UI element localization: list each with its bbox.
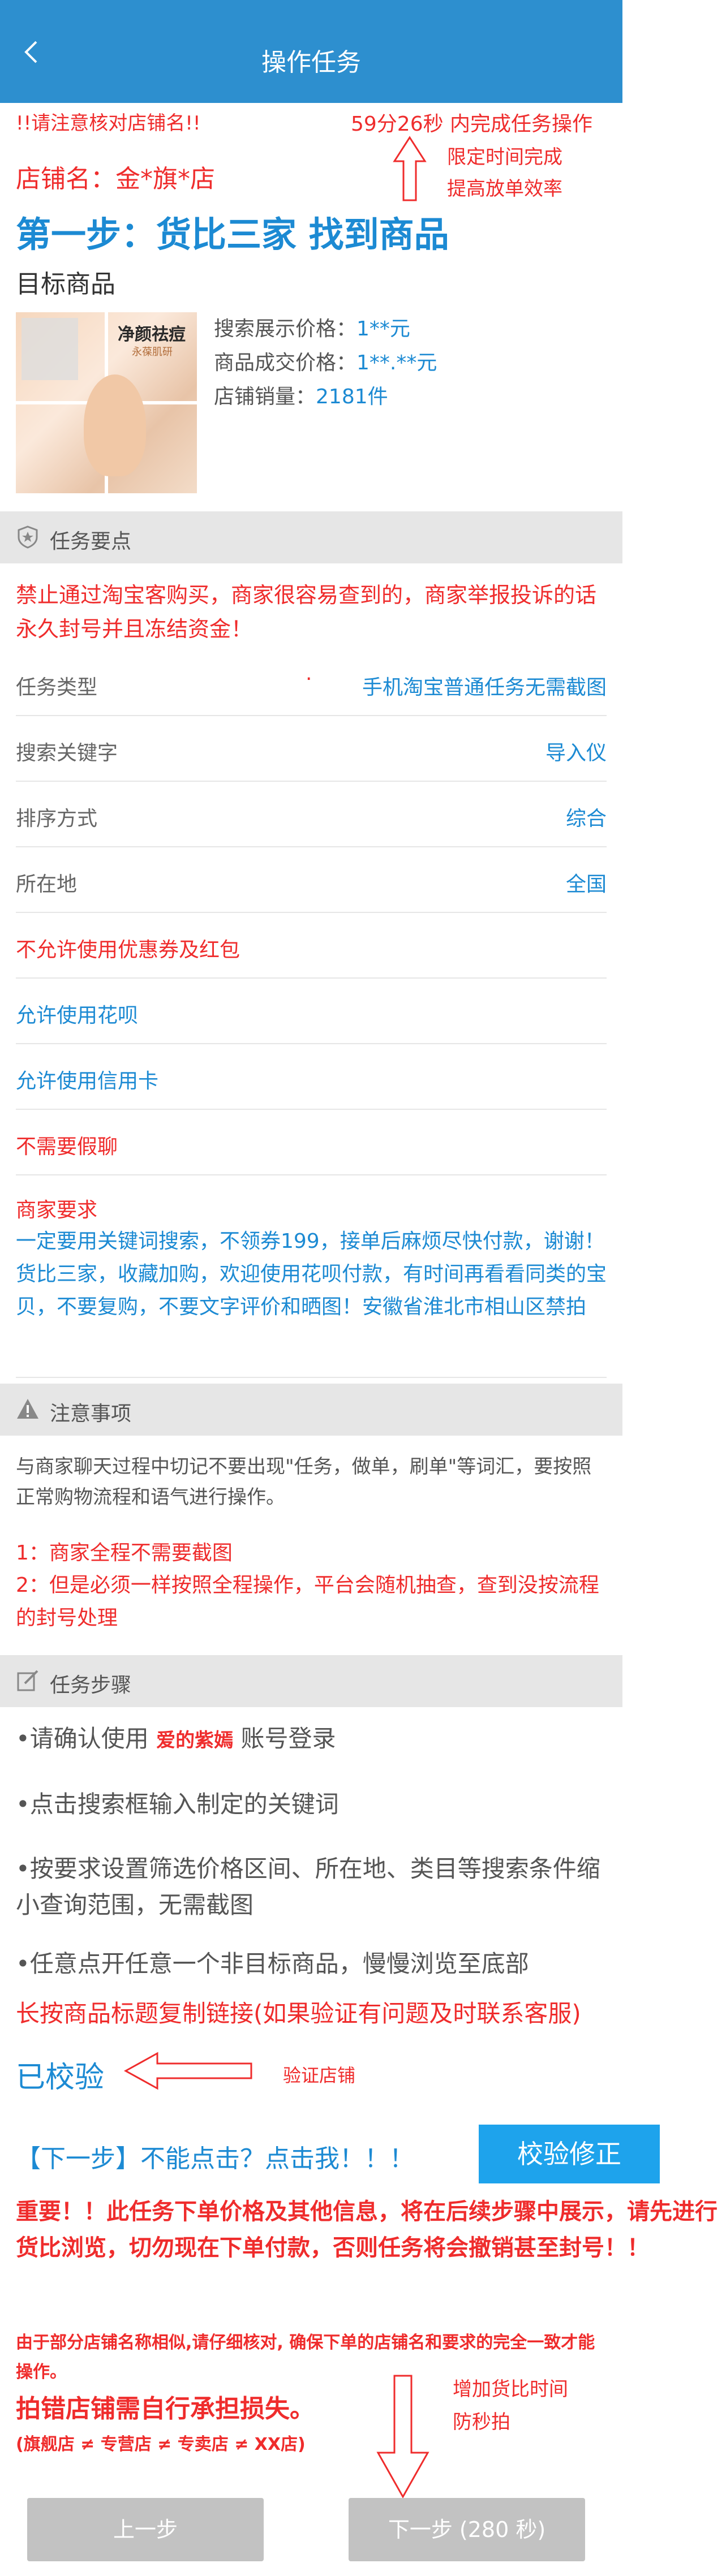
- step-login-pre: •请确认使用: [16, 1725, 149, 1752]
- rule-credit: 允许使用信用卡: [16, 1070, 159, 1093]
- price-deal-row: 商品成交价格：1**.**元: [214, 346, 437, 376]
- task-type-value: 手机淘宝普通任务无需截图: [362, 676, 607, 699]
- page-title: 操作任务: [261, 48, 361, 77]
- rule-no-fake-chat: 不需要假聊: [16, 1135, 118, 1158]
- price-display-row: 搜索展示价格：1**元: [214, 312, 410, 342]
- rule-huabei: 允许使用花呗: [16, 1004, 139, 1027]
- rule-credit-row: 允许使用信用卡: [16, 1044, 607, 1110]
- annotation-efficiency: 提高放单效率: [447, 178, 562, 200]
- store-name: 店铺名：金*旗*店: [16, 165, 215, 193]
- keyword-row: 搜索关键字 导入仪: [16, 716, 607, 782]
- wrong-store-warning: 拍错店铺需自行承担损失。: [16, 2394, 315, 2423]
- price-deal-label: 商品成交价格：: [214, 351, 357, 374]
- steps-title: 任务步骤: [50, 1674, 132, 1697]
- taobaoke-warning: 禁止通过淘宝客购买，商家很容易查到的，商家举报投诉的话永久封号并且冻结资金！: [16, 583, 597, 641]
- location-row: 所在地 全国: [16, 847, 607, 913]
- keyword-value: 导入仪: [545, 742, 607, 765]
- sort-key: 排序方式: [16, 807, 98, 830]
- notes-red-2: 2：但是必须一样按照全程操作，平台会随机抽查，查到没按流程的封号处理: [16, 1574, 599, 1630]
- app-header: 操作任务: [0, 0, 622, 103]
- verified-status[interactable]: 已校验: [16, 2053, 104, 2096]
- store-types-note: (旗舰店 ≠ 专营店 ≠ 专卖店 ≠ XX店): [16, 2435, 306, 2454]
- merchant-requirements-label: 商家要求: [16, 1199, 98, 1222]
- warning-icon: [17, 1399, 38, 1419]
- task-page: 操作任务 !!请注意核对店铺名!! 59分26秒 内完成任务操作 限定时间完成 …: [0, 0, 718, 2576]
- notes-header: 注意事项: [0, 1384, 622, 1436]
- sales-row: 店铺销量：2181件: [214, 380, 388, 410]
- task-type-dot: ·: [306, 667, 312, 691]
- divider: [16, 1377, 607, 1378]
- important-warning: 重要！！此任务下单价格及其他信息，将在后续步骤中展示，请先进行货比浏览，切勿现在…: [16, 2199, 718, 2261]
- annotation-verify-store: 验证店铺: [283, 2065, 356, 2086]
- sales-value: 2181件: [316, 385, 388, 408]
- verify-correct-button[interactable]: 校验修正: [479, 2125, 660, 2183]
- price-display-value: 1**元: [356, 317, 410, 341]
- rule-no-coupon: 不允许使用优惠券及红包: [16, 938, 240, 962]
- shield-star-icon: [18, 525, 38, 549]
- image-subcaption: 永葆肌研: [132, 346, 173, 358]
- image-blur-patch: [22, 318, 78, 380]
- prev-step-button[interactable]: 上一步: [27, 2498, 264, 2561]
- copy-link-hint: 长按商品标题复制链接(如果验证有问题及时联系客服): [16, 2000, 581, 2027]
- product-image[interactable]: 净颜祛痘 永葆肌研: [16, 312, 197, 493]
- rule-no-fake-chat-row: 不需要假聊: [16, 1110, 607, 1175]
- step1-title: 第一步：货比三家 找到商品: [16, 214, 449, 255]
- sort-row: 排序方式 综合: [16, 782, 607, 847]
- annotation-time-limit: 限定时间完成: [447, 146, 562, 169]
- notes-title: 注意事项: [50, 1402, 132, 1425]
- rule-huabei-row: 允许使用花呗: [16, 979, 607, 1044]
- notes-red-1: 1：商家全程不需要截图: [16, 1541, 233, 1565]
- edit-icon: [17, 1670, 38, 1691]
- step-login: •请确认使用 爱的紫嫣 账号登录: [16, 1720, 336, 1754]
- next-step-help-link[interactable]: 【下一步】不能点击？点击我！！！: [16, 2138, 414, 2174]
- step-filter: •按要求设置筛选价格区间、所在地、类目等搜索条件缩小查询范围，无需截图: [16, 1855, 600, 1919]
- steps-header: 任务步骤: [0, 1655, 622, 1707]
- keyword-key: 搜索关键字: [16, 742, 118, 765]
- annotation-compare-time: 增加货比时间: [453, 2378, 568, 2401]
- price-deal-value: 1**.**元: [356, 351, 437, 374]
- sales-label: 店铺销量：: [214, 385, 316, 408]
- notes-text: 与商家聊天过程中切记不要出现"任务，做单，刷单"等词汇，要按照正常购物流程和语气…: [16, 1455, 592, 1509]
- annotation-arrow-up-icon: [393, 136, 427, 201]
- task-type-key: 任务类型: [16, 676, 98, 699]
- check-store-notice: !!请注意核对店铺名!!: [16, 112, 201, 135]
- countdown-timer: 59分26秒 内完成任务操作: [351, 113, 593, 136]
- location-value: 全国: [565, 873, 607, 896]
- rule-no-coupon-row: 不允许使用优惠券及红包: [16, 913, 607, 979]
- next-step-button[interactable]: 下一步 (280 秒): [349, 2498, 585, 2561]
- step-search: •点击搜索框输入制定的关键词: [16, 1790, 339, 1818]
- location-key: 所在地: [16, 873, 78, 896]
- merchant-requirements-text: 一定要用关键词搜索，不领券199，接单后麻烦尽快付款，谢谢！货比三家，收藏加购，…: [16, 1230, 607, 1319]
- target-product-label: 目标商品: [16, 270, 115, 299]
- annotation-arrow-down-icon: [376, 2375, 429, 2499]
- task-points-title: 任务要点: [50, 530, 132, 553]
- task-type-row: 任务类型 · 手机淘宝普通任务无需截图: [16, 651, 607, 716]
- annotation-arrow-left-icon: [123, 2052, 252, 2090]
- price-display-label: 搜索展示价格：: [214, 317, 357, 341]
- model-face-shape: [84, 374, 146, 476]
- task-points-header: 任务要点: [0, 511, 622, 563]
- step-browse: •任意点开任意一个非目标商品，慢慢浏览至底部: [16, 1950, 529, 1978]
- account-name: 爱的紫嫣: [156, 1729, 234, 1752]
- step-login-post: 账号登录: [240, 1725, 336, 1752]
- sort-value: 综合: [565, 807, 607, 830]
- image-caption: 净颜祛痘: [118, 325, 186, 344]
- annotation-anti-fast: 防秒拍: [453, 2411, 510, 2433]
